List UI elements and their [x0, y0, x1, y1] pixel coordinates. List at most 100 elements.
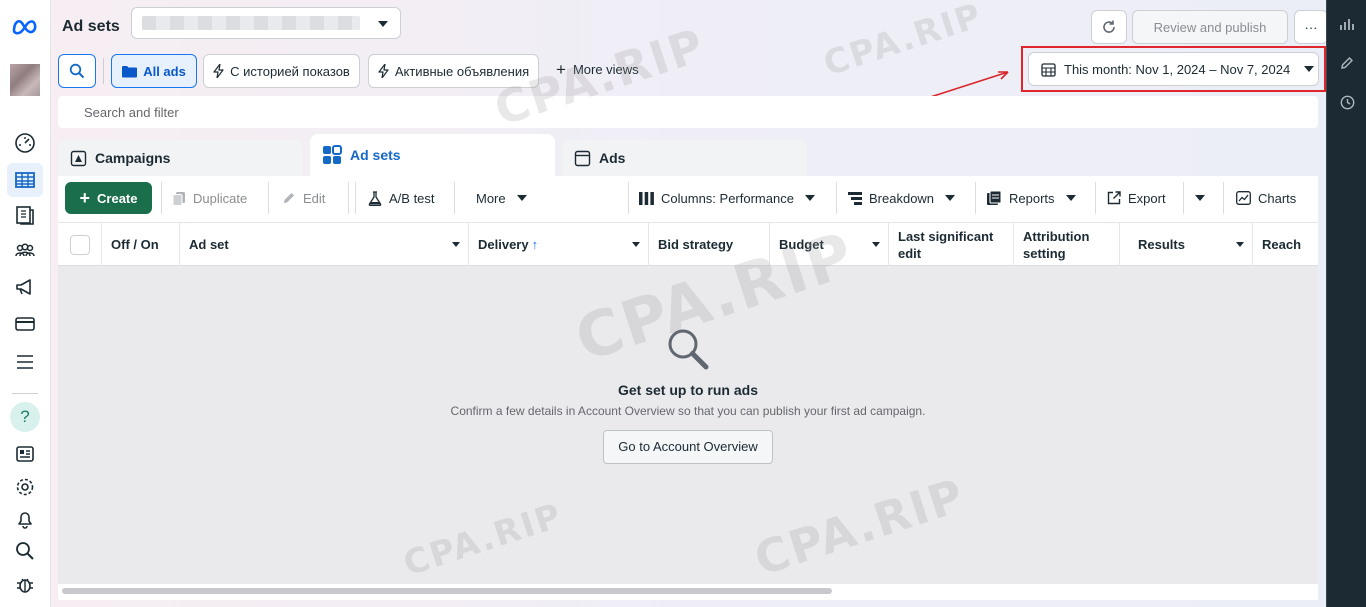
all-ads-button[interactable]: All ads — [111, 54, 197, 88]
account-avatar[interactable] — [10, 64, 40, 96]
divider — [1095, 182, 1096, 214]
divider — [628, 182, 629, 214]
create-label: Create — [97, 190, 138, 206]
column-header-budget[interactable]: Budget — [770, 223, 889, 266]
refresh-button[interactable] — [1091, 10, 1127, 44]
chevron-down-icon[interactable] — [872, 242, 880, 247]
chevron-down-icon — [1065, 195, 1076, 201]
main-area: Ad sets Review and publish ··· All ads С… — [51, 0, 1328, 607]
folder-icon — [122, 65, 138, 77]
table-body: Get set up to run ads Confirm a few deta… — [58, 266, 1318, 584]
search-input[interactable] — [58, 96, 1318, 128]
more-options-button[interactable]: ··· — [1294, 10, 1328, 44]
duplicate-icon — [172, 191, 185, 206]
search-toggle-button[interactable] — [58, 54, 96, 88]
menu-icon[interactable] — [12, 349, 38, 375]
flask-icon — [368, 190, 382, 206]
tab-ads[interactable]: Ads — [562, 140, 807, 176]
sort-ascending-icon: ↑ — [531, 237, 539, 252]
column-header-label: Results — [1138, 237, 1185, 252]
column-header-ad-set[interactable]: Ad set — [180, 223, 469, 266]
empty-state-subtext: Confirm a few details in Account Overvie… — [450, 404, 926, 418]
search-icon — [69, 63, 85, 79]
chevron-down-icon[interactable] — [632, 242, 640, 247]
go-to-account-overview-button[interactable]: Go to Account Overview — [603, 430, 773, 464]
duplicate-button[interactable]: Duplicate — [164, 182, 255, 214]
bug-icon[interactable] — [12, 572, 38, 598]
search-icon[interactable] — [12, 538, 38, 564]
chart-line-icon — [1236, 191, 1251, 205]
dashboard-icon[interactable] — [12, 130, 38, 156]
date-range-picker[interactable]: This month: Nov 1, 2024 – Nov 7, 2024 — [1028, 52, 1319, 86]
plus-icon: + — [79, 188, 91, 208]
help-icon[interactable]: ? — [10, 402, 40, 432]
account-name-redacted — [142, 16, 360, 30]
audience-icon[interactable] — [12, 238, 38, 264]
export-button[interactable]: Export — [1099, 182, 1174, 214]
chevron-down-icon[interactable] — [452, 242, 460, 247]
charts-button[interactable]: Charts — [1228, 182, 1304, 214]
horizontal-scrollbar[interactable] — [62, 588, 832, 594]
ab-test-button[interactable]: A/B test — [360, 182, 443, 214]
right-side-rail — [1326, 0, 1366, 607]
ad-sets-panel: + Create Duplicate Edit A/B test More Co… — [58, 176, 1318, 600]
divider — [103, 58, 104, 84]
create-button[interactable]: + Create — [65, 182, 152, 214]
billing-icon[interactable] — [12, 311, 38, 337]
columns-button[interactable]: Columns: Performance — [631, 182, 823, 214]
pencil-icon[interactable] — [1337, 53, 1357, 73]
chevron-down-icon — [516, 195, 527, 201]
clock-icon[interactable] — [1337, 92, 1357, 112]
tab-ad-sets[interactable]: Ad sets — [310, 134, 555, 176]
reports-icon — [987, 191, 1002, 205]
select-all-checkbox[interactable] — [69, 234, 90, 255]
more-actions-label: More — [476, 190, 506, 206]
column-header-label: Reach — [1262, 237, 1302, 252]
account-selector[interactable] — [131, 7, 401, 39]
divider — [161, 182, 162, 214]
export-icon — [1107, 191, 1121, 205]
duplicate-label: Duplicate — [193, 190, 248, 206]
more-views-button[interactable]: + More views — [556, 61, 639, 78]
column-header-label: Delivery — [478, 237, 529, 252]
divider — [12, 393, 38, 394]
more-actions-button[interactable]: More — [468, 182, 535, 214]
chevron-down-icon — [804, 195, 815, 201]
ad-sets-icon — [323, 145, 342, 164]
calendar-icon — [1041, 62, 1056, 77]
column-header-attribution[interactable]: Attribution setting — [1014, 223, 1120, 266]
divider — [836, 182, 837, 214]
column-header-last-edit[interactable]: Last significant edit — [889, 223, 1014, 266]
table-toolbar: + Create Duplicate Edit A/B test More Co… — [58, 176, 1318, 222]
news-icon[interactable] — [12, 441, 38, 467]
all-ads-label: All ads — [143, 63, 186, 79]
export-dropdown-button[interactable] — [1187, 182, 1215, 214]
saved-view-history-button[interactable]: С историей показов — [203, 54, 360, 88]
breakdown-button[interactable]: Breakdown — [840, 182, 963, 214]
chevron-down-icon[interactable] — [1236, 242, 1244, 247]
pages-icon[interactable] — [12, 202, 38, 228]
column-header-results[interactable]: Results — [1120, 223, 1253, 266]
column-header-toggle[interactable]: Off / On — [102, 223, 180, 266]
review-and-publish-button[interactable]: Review and publish — [1132, 10, 1288, 44]
megaphone-icon[interactable] — [12, 274, 38, 300]
search-filter-bar[interactable] — [58, 96, 1318, 128]
bell-icon[interactable] — [12, 506, 38, 532]
settings-icon[interactable] — [12, 474, 38, 500]
table-icon[interactable] — [7, 163, 43, 197]
column-header-bid-strategy[interactable]: Bid strategy — [649, 223, 770, 266]
saved-view-active-button[interactable]: Активные объявления — [368, 54, 539, 88]
date-range-label: This month: Nov 1, 2024 – Nov 7, 2024 — [1064, 61, 1291, 77]
edit-button[interactable]: Edit — [274, 182, 333, 214]
select-all-cell — [58, 223, 102, 266]
divider — [975, 182, 976, 214]
column-header-delivery[interactable]: Delivery ↑ — [469, 223, 649, 266]
tab-campaigns[interactable]: Campaigns — [58, 140, 303, 176]
meta-logo[interactable] — [11, 16, 39, 38]
bar-chart-icon[interactable] — [1337, 14, 1357, 34]
column-header-reach[interactable]: Reach — [1253, 223, 1318, 266]
table-header: Off / On Ad set Delivery ↑ Bid strategy … — [58, 222, 1318, 266]
reports-button[interactable]: Reports — [979, 182, 1084, 214]
column-header-label: Budget — [779, 237, 824, 252]
campaigns-icon — [70, 150, 87, 166]
